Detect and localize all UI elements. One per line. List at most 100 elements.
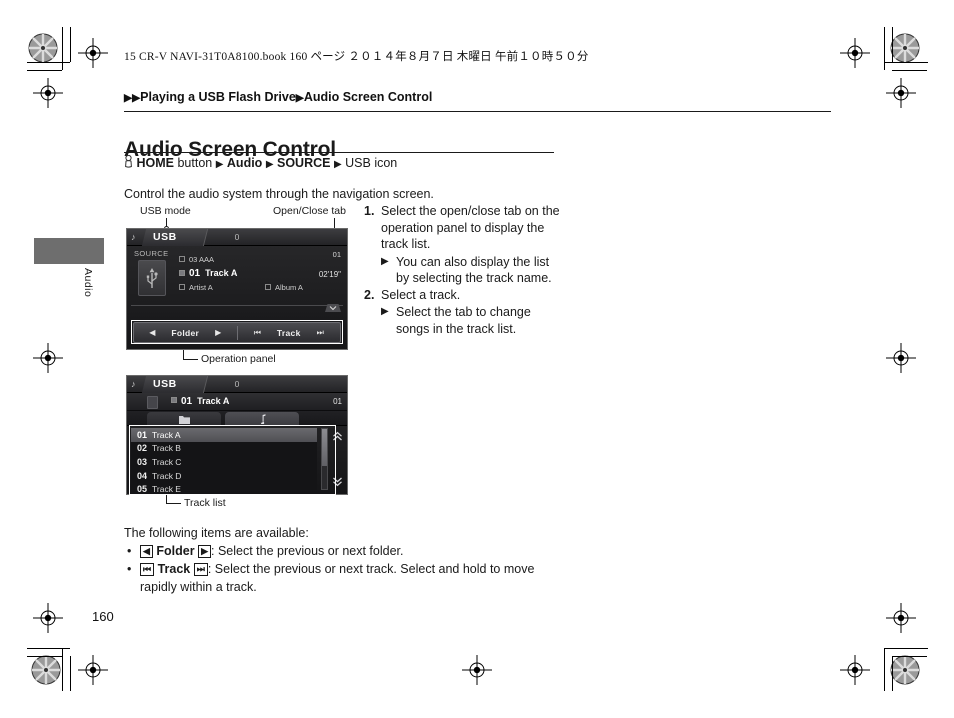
scroll-up-button[interactable] bbox=[331, 430, 344, 443]
page-number: 160 bbox=[92, 609, 114, 624]
artist-chip-icon bbox=[179, 284, 185, 290]
track-chip-icon bbox=[179, 270, 185, 276]
now-playing-number: 01 bbox=[181, 396, 193, 407]
track-number: 03 bbox=[137, 456, 148, 467]
track-controls[interactable]: ⏮ Track ⏭ bbox=[238, 323, 341, 342]
nav-button-word: button bbox=[177, 156, 213, 170]
artist-value: Artist A bbox=[189, 283, 213, 292]
album-value: Album A bbox=[275, 283, 303, 292]
triangle-icon: ▶ bbox=[124, 92, 133, 104]
triangle-icon: ▶ bbox=[381, 255, 389, 267]
panel-divider bbox=[131, 305, 343, 306]
scrollbar-thumb[interactable] bbox=[322, 429, 327, 467]
trim-line bbox=[70, 27, 71, 62]
triangle-icon: ▶ bbox=[333, 159, 342, 170]
nav-home-label: HOME bbox=[136, 156, 174, 170]
music-note-icon: ♪ bbox=[131, 232, 136, 242]
folder-label: Folder bbox=[156, 544, 195, 558]
triangle-icon: ▶ bbox=[132, 92, 141, 104]
trim-line bbox=[885, 648, 928, 649]
manual-page: 15 CR-V NAVI-31T0A8100.book 160 ページ ２０１４… bbox=[0, 0, 954, 718]
nav-usb-icon-label: USB icon bbox=[345, 156, 398, 170]
double-chevron-down-icon bbox=[333, 477, 342, 487]
tab-folder[interactable] bbox=[147, 412, 221, 426]
hand-pointer-icon bbox=[124, 154, 133, 171]
scroll-down-button[interactable] bbox=[331, 475, 344, 488]
list-item[interactable]: 01 Track A bbox=[131, 428, 317, 442]
bullet-icon: • bbox=[127, 544, 132, 558]
now-playing-name: Track A bbox=[197, 396, 230, 406]
screen-clock: 0 bbox=[234, 232, 240, 242]
callout-leader bbox=[166, 503, 181, 504]
track-name: Track E bbox=[152, 484, 181, 495]
trim-line bbox=[892, 70, 927, 71]
list-item[interactable]: 03 Track C bbox=[131, 455, 317, 469]
previous-folder-button[interactable]: ◀ bbox=[149, 328, 155, 337]
metadata-track-row[interactable]: 01 Track A bbox=[179, 268, 329, 283]
next-folder-button[interactable]: ▶ bbox=[215, 328, 221, 337]
elapsed-time: 02'19" bbox=[318, 270, 341, 279]
next-track-button[interactable]: ⏭ bbox=[317, 328, 324, 338]
list-item[interactable]: 05 Track E bbox=[131, 482, 317, 495]
callout-leader bbox=[183, 359, 198, 360]
usb-album-art-placeholder bbox=[138, 260, 166, 296]
previous-folder-keycap: ◀ bbox=[140, 544, 153, 558]
trim-line bbox=[884, 648, 885, 691]
trim-line bbox=[885, 62, 928, 63]
triangle-icon: ▶ bbox=[265, 159, 274, 170]
halftone-target-top-left bbox=[28, 33, 58, 63]
folder-chip-icon bbox=[179, 256, 185, 262]
instruction-steps: 1. Select the open/close tab on the oper… bbox=[364, 203, 564, 337]
previous-track-button[interactable]: ⏮ bbox=[254, 328, 261, 338]
step-1-sub: ▶ You can also display the list by selec… bbox=[364, 254, 564, 287]
track-metadata: 03 AAA 01 Track A Artist A Album A bbox=[179, 255, 329, 296]
list-item[interactable]: 04 Track D bbox=[131, 469, 317, 483]
sidebar-section-tab bbox=[34, 238, 104, 264]
list-scrollbar[interactable] bbox=[321, 428, 328, 490]
step-text: Select a track. bbox=[381, 287, 461, 302]
folder-controls[interactable]: ◀ Folder ▶ bbox=[134, 323, 237, 342]
track-number: 01 bbox=[189, 268, 201, 279]
available-item-folder: • ◀ Folder ▶: Select the previous or nex… bbox=[124, 542, 564, 560]
header-divider bbox=[124, 111, 831, 112]
now-playing-bar[interactable]: 01 Track A 01 bbox=[127, 393, 347, 411]
list-item[interactable]: 02 Track B bbox=[131, 442, 317, 456]
breadcrumb: ▶▶Playing a USB Flash Drive▶Audio Screen… bbox=[124, 90, 432, 104]
step-1: 1. Select the open/close tab on the oper… bbox=[364, 203, 564, 253]
trim-line bbox=[892, 656, 927, 657]
intro-paragraph: Control the audio system through the nav… bbox=[124, 187, 434, 201]
book-header-line: 15 CR-V NAVI-31T0A8100.book 160 ページ ２０１４… bbox=[124, 51, 589, 63]
usb-audio-screen[interactable]: ♪ USB 0 SOURCE 03 AAA 01 Track A Artist … bbox=[126, 228, 348, 350]
track-name: Track A bbox=[152, 429, 181, 440]
track-list[interactable]: 01 Track A 02 Track B 03 Track C 04 Track D … bbox=[131, 428, 317, 494]
tab-music[interactable] bbox=[225, 412, 299, 426]
step-sub-text: Select the tab to change songs in the tr… bbox=[396, 305, 531, 336]
usb-track-list-screen[interactable]: ♪ USB 0 01 Track A 01 01 Track A 02 Track bbox=[126, 375, 348, 495]
breadcrumb-part-2: Audio Screen Control bbox=[303, 90, 433, 104]
folder-label: Folder bbox=[171, 327, 200, 338]
metadata-artist-album-row: Artist A Album A bbox=[179, 283, 329, 296]
track-indicator: 01 bbox=[333, 397, 342, 406]
trim-line bbox=[27, 62, 70, 63]
operation-panel[interactable]: ◀ Folder ▶ ⏮ Track ⏭ bbox=[133, 322, 341, 343]
triangle-icon: ▶ bbox=[295, 92, 304, 104]
source-label: SOURCE bbox=[134, 249, 169, 258]
usb-tab-label: USB bbox=[153, 378, 177, 390]
track-number: 04 bbox=[137, 470, 148, 481]
trim-line bbox=[892, 27, 893, 62]
step-number: 1. bbox=[364, 204, 375, 218]
callout-open-close-tab: Open/Close tab bbox=[273, 205, 346, 217]
track-indicator: 01 bbox=[332, 250, 341, 259]
navigation-path: HOME button ▶ Audio ▶ SOURCE ▶ USB icon bbox=[124, 154, 398, 171]
registration-mark-right-middle bbox=[886, 343, 916, 373]
open-close-tab[interactable] bbox=[325, 299, 341, 312]
track-name: Track D bbox=[152, 470, 182, 481]
registration-mark-left-middle bbox=[33, 343, 63, 373]
triangle-icon: ▶ bbox=[381, 306, 389, 317]
music-note-icon: ♪ bbox=[131, 379, 136, 389]
registration-mark-bottom-right bbox=[840, 655, 870, 685]
trim-line bbox=[27, 656, 62, 657]
available-items-section: The following items are available: • ◀ F… bbox=[124, 524, 564, 596]
triangle-icon: ▶ bbox=[215, 159, 224, 170]
track-number: 02 bbox=[137, 443, 148, 454]
